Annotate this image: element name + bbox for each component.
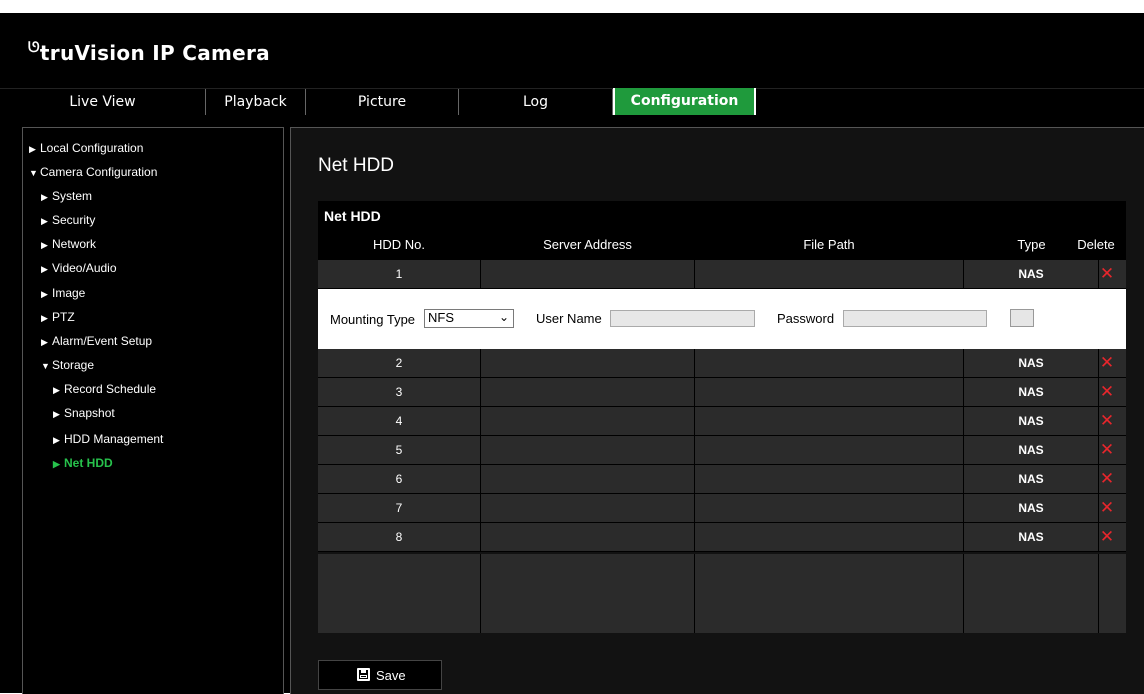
type-cell: NAS <box>1018 356 1044 370</box>
delete-icon[interactable]: ✕ <box>1088 523 1126 551</box>
table-title: Net HDD <box>324 208 381 224</box>
triangle-right-icon: ▶ <box>53 385 60 395</box>
mount-settings-panel: Mounting Type NFS ⌄ User Name Password <box>318 289 1126 349</box>
column-header-file-path: File Path <box>803 237 855 252</box>
table-row[interactable]: 4 NAS ✕ <box>318 407 1126 436</box>
triangle-right-icon: ▶ <box>41 264 48 274</box>
triangle-right-icon: ▶ <box>29 144 36 154</box>
delete-icon[interactable]: ✕ <box>1088 407 1126 435</box>
sidebar-item-storage[interactable]: ▼ Storage <box>41 358 94 372</box>
sidebar-item-local-configuration[interactable]: ▶ Local Configuration <box>29 141 143 155</box>
tab-picture[interactable]: Picture <box>306 89 459 115</box>
hdd-no-cell: 7 <box>395 501 403 515</box>
hdd-no-cell: 2 <box>395 356 403 370</box>
type-cell: NAS <box>1018 267 1044 281</box>
sidebar-item-image[interactable]: ▶ Image <box>41 286 85 300</box>
table-row[interactable]: 6 NAS ✕ <box>318 465 1126 494</box>
sidebar-item-camera-configuration[interactable]: ▼ Camera Configuration <box>29 165 157 179</box>
table-row[interactable]: 7 NAS ✕ <box>318 494 1126 523</box>
sidebar-item-alarm-event-setup[interactable]: ▶ Alarm/Event Setup <box>41 334 152 348</box>
hdd-no-cell: 4 <box>395 414 403 428</box>
sidebar-item-video-audio[interactable]: ▶ Video/Audio <box>41 261 117 275</box>
delete-icon[interactable]: ✕ <box>1088 465 1126 493</box>
brand-name: truVision IP Camera <box>39 41 270 65</box>
floppy-disk-icon <box>357 668 370 681</box>
hdd-no-cell: 6 <box>395 472 403 486</box>
column-header-server-address: Server Address <box>543 237 632 252</box>
triangle-right-icon: ▶ <box>41 216 48 226</box>
table-row[interactable]: 2 NAS ✕ <box>318 349 1126 378</box>
tab-live-view[interactable]: Live View <box>0 89 206 115</box>
delete-icon[interactable]: ✕ <box>1088 436 1126 464</box>
sidebar-item-network[interactable]: ▶ Network <box>41 237 96 251</box>
triangle-down-icon: ▼ <box>29 168 38 178</box>
server-address-cell <box>481 260 694 288</box>
hdd-no-cell: 3 <box>395 385 403 399</box>
tab-configuration[interactable]: Configuration <box>613 88 756 116</box>
table-empty-area <box>318 554 1126 633</box>
triangle-right-icon: ▶ <box>41 240 48 250</box>
table-row[interactable]: 1 NAS ✕ <box>318 260 1126 289</box>
delete-icon[interactable]: ✕ <box>1088 349 1126 377</box>
brand-logo: ᘎtruVision IP Camera <box>28 40 270 65</box>
main-nav: Live View Playback Picture Log Configura… <box>0 88 1144 116</box>
tab-playback[interactable]: Playback <box>206 89 306 115</box>
triangle-down-icon: ▼ <box>41 361 50 371</box>
delete-icon[interactable]: ✕ <box>1088 494 1126 522</box>
column-header-hdd-no: HDD No. <box>372 237 425 252</box>
delete-icon[interactable]: ✕ <box>1088 260 1126 288</box>
triangle-right-icon: ▶ <box>41 289 48 299</box>
type-cell: NAS <box>1018 385 1044 399</box>
type-cell: NAS <box>1018 414 1044 428</box>
table-row[interactable]: 5 NAS ✕ <box>318 436 1126 465</box>
sidebar-item-system[interactable]: ▶ System <box>41 189 92 203</box>
table-row[interactable]: 8 NAS ✕ <box>318 523 1126 552</box>
hdd-no-cell: 1 <box>395 267 403 281</box>
save-button[interactable]: Save <box>318 660 442 690</box>
triangle-right-icon: ▶ <box>41 337 48 347</box>
type-cell: NAS <box>1018 443 1044 457</box>
sidebar-item-net-hdd[interactable]: ▶ Net HDD <box>53 456 113 470</box>
password-input[interactable] <box>843 310 987 327</box>
mounting-type-label: Mounting Type <box>330 312 416 327</box>
header-bar: ᘎtruVision IP Camera <box>0 13 1144 88</box>
hdd-no-cell: 8 <box>395 530 403 544</box>
mount-test-button[interactable] <box>1010 309 1034 327</box>
delete-icon[interactable]: ✕ <box>1088 378 1126 406</box>
page-title: Net HDD <box>318 155 395 176</box>
triangle-right-icon: ▶ <box>53 435 60 445</box>
type-cell: NAS <box>1018 501 1044 515</box>
triangle-right-icon: ▶ <box>41 313 48 323</box>
mounting-type-select[interactable]: NFS ⌄ <box>424 309 514 328</box>
triangle-right-icon: ▶ <box>53 409 60 419</box>
triangle-right-icon: ▶ <box>53 459 60 469</box>
type-cell: NAS <box>1018 472 1044 486</box>
logo-mark-icon: ᘎ <box>28 40 40 56</box>
sidebar-item-hdd-management[interactable]: ▶ HDD Management <box>53 432 163 446</box>
file-path-cell <box>695 260 963 288</box>
triangle-right-icon: ▶ <box>41 192 48 202</box>
user-name-input[interactable] <box>610 310 755 327</box>
hdd-no-cell: 5 <box>395 443 403 457</box>
chevron-down-icon: ⌄ <box>498 310 509 324</box>
table-row[interactable]: 3 NAS ✕ <box>318 378 1126 407</box>
user-name-label: User Name <box>536 311 602 326</box>
column-header-delete: Delete <box>1077 237 1115 252</box>
password-label: Password <box>777 311 835 326</box>
sidebar-item-record-schedule[interactable]: ▶ Record Schedule <box>53 382 156 396</box>
tab-log[interactable]: Log <box>459 89 613 115</box>
sidebar-item-ptz[interactable]: ▶ PTZ <box>41 310 75 324</box>
sidebar-item-snapshot[interactable]: ▶ Snapshot <box>53 406 115 420</box>
type-cell: NAS <box>1018 530 1044 544</box>
sidebar-item-security[interactable]: ▶ Security <box>41 213 95 227</box>
